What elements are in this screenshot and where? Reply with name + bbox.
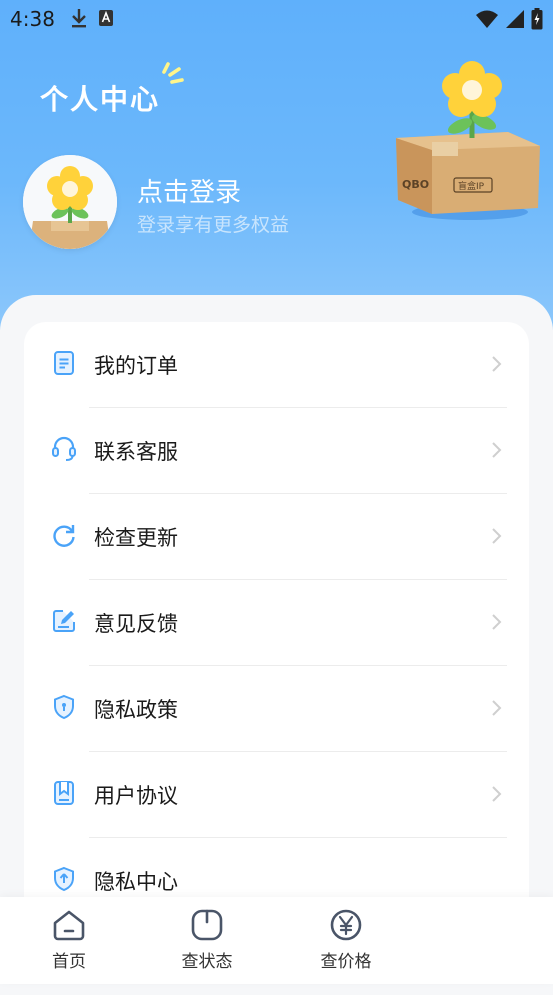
box-label-left: QBO <box>402 178 429 191</box>
battery-icon <box>531 8 543 30</box>
nav-label: 首页 <box>52 952 86 972</box>
menu-label: 我的订单 <box>94 354 178 378</box>
chevron-right-icon <box>492 356 502 372</box>
refresh-icon <box>53 525 75 547</box>
nav-item-home[interactable]: 首页 <box>24 907 114 972</box>
menu-label: 联系客服 <box>94 440 178 464</box>
menu-label: 检查更新 <box>94 526 178 550</box>
order-icon <box>54 351 74 375</box>
menu-label: 意见反馈 <box>94 612 178 636</box>
menu-item-privacy-policy[interactable]: 隐私政策 <box>24 666 529 752</box>
home-icon <box>53 910 85 941</box>
menu-item-feedback[interactable]: 意见反馈 <box>24 580 529 666</box>
headset-icon <box>52 436 76 461</box>
menu-item-check-update[interactable]: 检查更新 <box>24 494 529 580</box>
edge-swipe-overlay <box>443 930 553 984</box>
nav-label: 查状态 <box>181 952 233 972</box>
nav-item-check-status[interactable]: 查状态 <box>162 907 252 972</box>
menu-label: 隐私中心 <box>94 870 178 894</box>
flower-avatar-icon <box>23 155 117 249</box>
signal-icon <box>506 10 524 28</box>
font-a-icon <box>99 10 113 26</box>
nav-label: 查价格 <box>320 952 372 972</box>
chevron-right-icon <box>492 700 502 716</box>
bookmark-icon <box>54 781 74 805</box>
nav-item-check-price[interactable]: 查价格 <box>301 907 391 972</box>
shield-icon <box>54 866 74 892</box>
chevron-right-icon <box>492 528 502 544</box>
status-bar: 4:38 <box>0 0 553 38</box>
sparkle-decoration-icon <box>162 62 184 84</box>
status-time: 4:38 <box>10 7 55 31</box>
menu-item-customer-service[interactable]: 联系客服 <box>24 408 529 494</box>
menu-label: 用户协议 <box>94 784 178 808</box>
menu-label: 隐私政策 <box>94 698 178 722</box>
login-subtitle: 登录享有更多权益 <box>137 214 290 236</box>
yen-icon <box>330 909 362 941</box>
chevron-right-icon <box>492 442 502 458</box>
chevron-right-icon <box>492 614 502 630</box>
page-title: 个人中心 <box>40 83 161 116</box>
feedback-edit-icon <box>53 610 75 632</box>
wifi-icon <box>476 10 498 28</box>
avatar[interactable] <box>23 155 117 249</box>
power-icon <box>191 909 223 941</box>
box-label-right: 盲盒IP <box>458 180 485 192</box>
chevron-right-icon <box>492 786 502 802</box>
menu-item-orders[interactable]: 我的订单 <box>24 322 529 408</box>
menu-item-user-agreement[interactable]: 用户协议 <box>24 752 529 838</box>
menu-card: 我的订单 联系客服 检查更新 意见反馈 隐私政策 用户协议 隐私中心 <box>24 322 529 942</box>
download-icon <box>72 9 86 28</box>
shield-icon <box>54 694 74 720</box>
login-prompt[interactable]: 点击登录 <box>137 172 241 209</box>
flower-box-illustration: QBO 盲盒IP <box>396 61 540 220</box>
